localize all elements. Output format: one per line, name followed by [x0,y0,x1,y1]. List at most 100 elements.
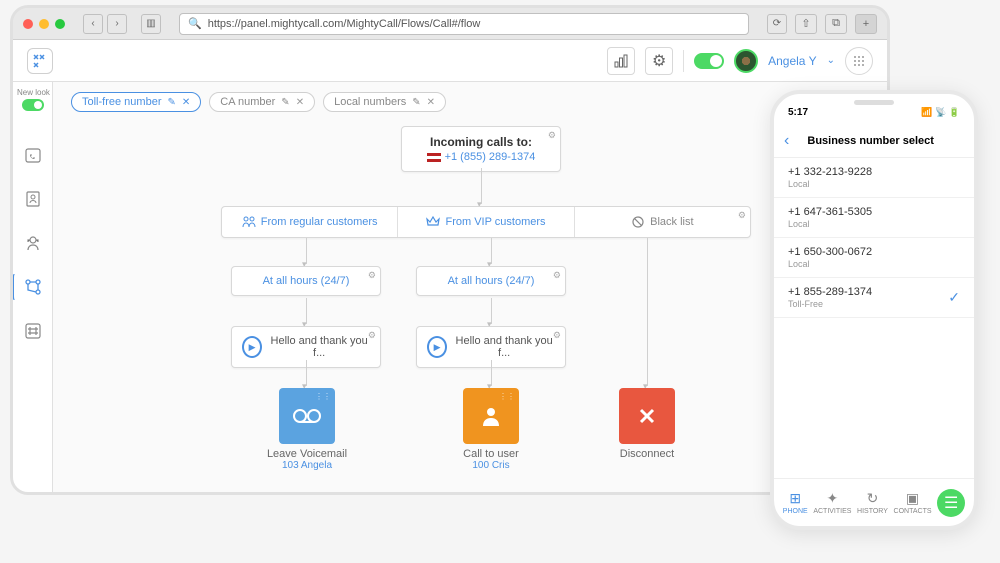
play-button[interactable]: ▶ [242,336,262,358]
blacklist-node[interactable]: Black list [575,207,750,237]
fab-button[interactable]: ☰ [937,489,965,517]
pencil-icon[interactable]: ✎ [281,97,289,108]
drag-handle-icon[interactable]: ⋮⋮ [315,392,331,401]
voicemail-action[interactable]: ⋮⋮ [279,388,335,444]
list-item[interactable]: +1 855-289-1374Toll-Free ✓ [774,278,974,318]
hash-icon[interactable] [20,318,46,344]
url-bar[interactable]: 🔍 https://panel.mightycall.com/MightyCal… [179,13,749,35]
sidebar-toggle-icon[interactable]: ▥ [141,14,161,34]
hours-node-1[interactable]: ⚙ At all hours (24/7) [231,266,381,296]
node-title: Incoming calls to: [412,135,550,149]
close-icon[interactable]: ✕ [182,97,190,108]
user-avatar[interactable] [734,49,758,73]
search-icon: 🔍 [188,17,202,30]
tab-contacts[interactable]: ▣ CONTACTS [894,490,932,515]
gear-icon[interactable]: ⚙ [548,130,556,141]
browser-toolbar: ‹ › ▥ 🔍 https://panel.mightycall.com/Mig… [13,8,887,40]
number-tabs: Toll-free number ✎ ✕ CA number ✎ ✕ Local… [71,92,869,112]
close-icon[interactable]: ✕ [427,97,435,108]
url-text: https://panel.mightycall.com/MightyCall/… [208,18,481,30]
stats-icon[interactable] [607,47,635,75]
voicemail-label: Leave Voicemail 103 Angela [257,448,357,471]
settings-icon[interactable]: ⚙ [645,47,673,75]
play-button[interactable]: ▶ [427,336,447,358]
phone-notch [829,94,919,112]
laptop-frame: ‹ › ▥ 🔍 https://panel.mightycall.com/Mig… [10,5,890,495]
gear-icon[interactable]: ⚙ [553,330,561,341]
connector [306,238,307,264]
list-item[interactable]: +1 650-300-0672Local [774,238,974,278]
app-logo-icon[interactable] [27,48,53,74]
call-user-action[interactable]: ⋮⋮ [463,388,519,444]
close-icon[interactable]: ✕ [296,97,304,108]
from-regular-node[interactable]: From regular customers [222,207,398,237]
username-dropdown[interactable]: Angela Y [768,54,817,68]
chevron-down-icon: ⌄ [827,55,835,66]
support-agent-icon[interactable] [20,230,46,256]
incoming-number: +1 (855) 289-1374 [445,151,536,163]
phone-tab-bar: ⊞ PHONE ✦ ACTIVITIES ↻ HISTORY ▣ CONTACT… [774,478,974,526]
history-icon: ↻ [867,490,879,507]
incoming-calls-node[interactable]: ⚙ Incoming calls to: +1 (855) 289-1374 [401,126,561,172]
availability-toggle[interactable] [694,53,724,69]
forward-button[interactable]: › [107,14,127,34]
tab-phone[interactable]: ⊞ PHONE [783,490,808,515]
crown-icon [426,215,440,229]
close-window-icon[interactable] [23,19,33,29]
star-icon: ✦ [827,490,839,507]
tab-local-numbers[interactable]: Local numbers ✎ ✕ [323,92,446,112]
connector [306,298,307,324]
gear-icon[interactable]: ⚙ [368,270,376,281]
check-icon: ✓ [948,289,960,306]
connector [491,298,492,324]
main-content: Toll-free number ✎ ✕ CA number ✎ ✕ Local… [53,82,887,492]
connector [491,238,492,264]
tab-activities[interactable]: ✦ ACTIVITIES [813,490,851,515]
people-icon [242,215,256,229]
phone-time: 5:17 [788,107,808,118]
new-tab-button[interactable]: + [855,14,877,34]
disconnect-label: Disconnect [597,448,697,460]
calendar-phone-icon[interactable] [20,142,46,168]
dialpad-button[interactable] [845,47,873,75]
sidebar [13,82,53,492]
disconnect-action[interactable] [619,388,675,444]
signal-icon: 📶 [921,107,932,117]
contacts-icon[interactable] [20,186,46,212]
gear-icon[interactable]: ⚙ [368,330,376,341]
phone-screen-title: Business number select [789,135,964,147]
connector [647,238,648,386]
window-controls [23,19,65,29]
list-item[interactable]: +1 647-361-5305Local [774,198,974,238]
phone-nav-header: ‹ Business number select [774,124,974,158]
share-icon[interactable]: ⇧ [795,14,817,34]
list-item[interactable]: +1 332-213-9228Local [774,158,974,198]
reload-button[interactable]: ⟳ [767,14,787,34]
block-icon [631,215,645,229]
call-flow-canvas: ⚙ Incoming calls to: +1 (855) 289-1374 ⚙… [71,126,869,492]
wifi-icon: 📡 [935,107,946,117]
tab-ca-number[interactable]: CA number ✎ ✕ [209,92,315,112]
tabs-icon[interactable]: ⧉ [825,14,847,34]
pencil-icon[interactable]: ✎ [412,97,420,108]
drag-handle-icon[interactable]: ⋮⋮ [499,392,515,401]
from-vip-node[interactable]: From VIP customers [398,207,574,237]
battery-icon: 🔋 [949,107,960,117]
phone-frame: 5:17 📶 📡 🔋 ‹ Business number select +1 3… [770,90,978,530]
tab-toll-free[interactable]: Toll-free number ✎ ✕ [71,92,201,112]
us-flag-icon [427,153,441,162]
maximize-window-icon[interactable] [55,19,65,29]
call-flow-icon[interactable] [11,274,51,300]
gear-icon[interactable]: ⚙ [553,270,561,281]
back-button[interactable]: ‹ [83,14,103,34]
connector [306,360,307,386]
contacts-icon: ▣ [906,490,919,507]
gear-icon[interactable]: ⚙ [738,210,746,221]
app-header: ⚙ Angela Y ⌄ [13,40,887,82]
hours-node-2[interactable]: ⚙ At all hours (24/7) [416,266,566,296]
pencil-icon[interactable]: ✎ [167,97,175,108]
new-look-toggle[interactable] [22,99,44,111]
connector [491,360,492,386]
minimize-window-icon[interactable] [39,19,49,29]
tab-history[interactable]: ↻ HISTORY [857,490,888,515]
